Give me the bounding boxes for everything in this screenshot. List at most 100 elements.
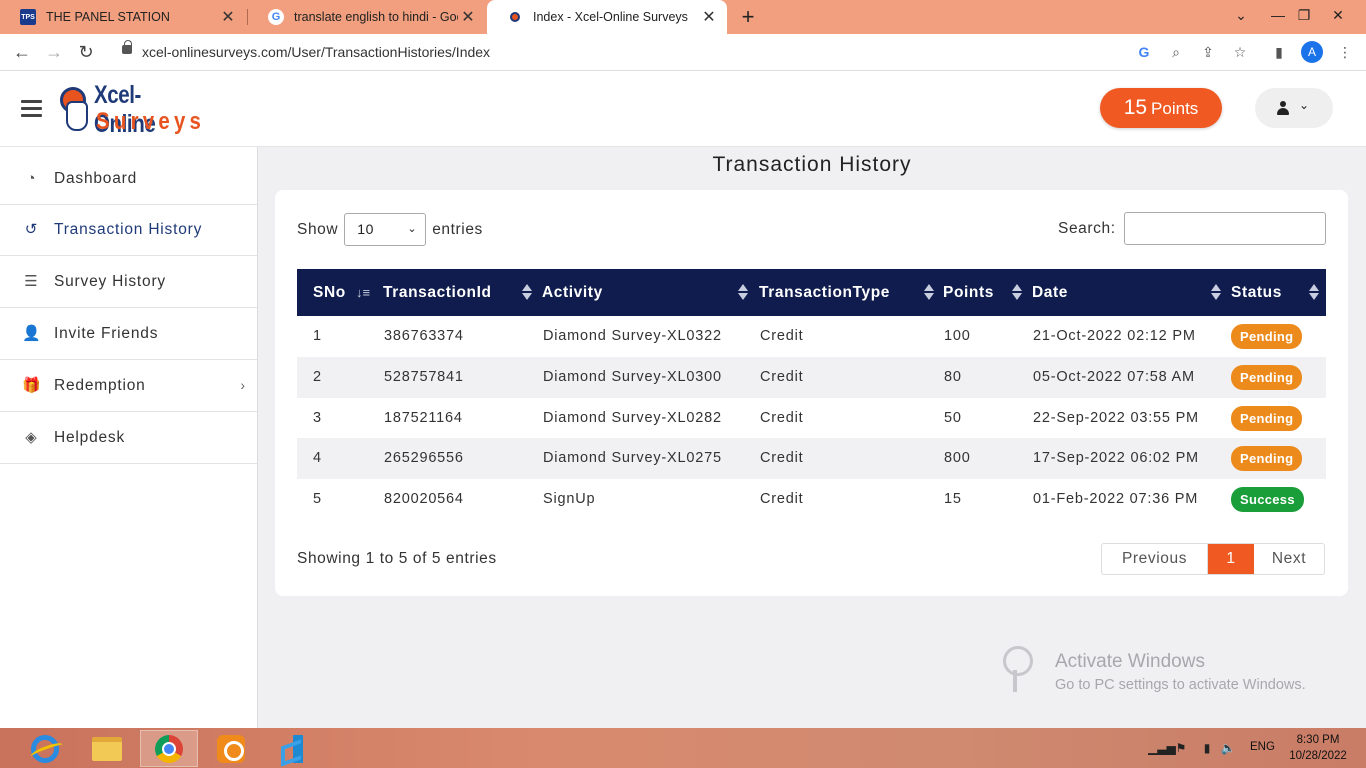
- user-plus-icon: 👤: [22, 324, 41, 342]
- cell-type: Credit: [760, 328, 804, 344]
- chevron-right-icon: ›: [240, 377, 245, 393]
- cell-activity: SignUp: [543, 491, 596, 508]
- uc-browser-button[interactable]: [202, 730, 260, 767]
- sidebar-item-dashboard[interactable]: ◔ Dashboard: [0, 153, 257, 205]
- tab-google-translate[interactable]: G translate english to hindi - Goog ✕: [248, 0, 486, 34]
- search-label: Search:: [1058, 219, 1116, 237]
- search-input[interactable]: [1123, 212, 1326, 245]
- watermark-subtitle: Go to PC settings to activate Windows.: [1055, 677, 1306, 693]
- app-header: Xcel-Online Surveys 15 Points ⌄: [0, 71, 1366, 147]
- tab-close-icon[interactable]: ✕: [458, 7, 478, 27]
- language-indicator[interactable]: ENG: [1250, 741, 1275, 753]
- back-button[interactable]: ←: [9, 39, 35, 65]
- share-icon[interactable]: ⇪: [1198, 42, 1218, 62]
- column-header-transactiontype[interactable]: TransactionType: [759, 269, 890, 316]
- cell-sno: 4: [313, 450, 322, 467]
- cell-sno: 3: [313, 409, 322, 426]
- column-header-status[interactable]: Status: [1231, 269, 1282, 316]
- sidebar-item-invite-friends[interactable]: 👤 Invite Friends: [0, 308, 257, 360]
- cell-date: 01-Feb-2022 07:36 PM: [1033, 491, 1199, 508]
- browser-menu-icon[interactable]: ⋮: [1335, 42, 1355, 62]
- google-translate-icon[interactable]: G: [1134, 42, 1154, 62]
- cell-date: 22-Sep-2022 03:55 PM: [1033, 409, 1199, 426]
- restore-button[interactable]: ❐: [1289, 0, 1319, 34]
- cell-transaction-id: 187521164: [384, 409, 463, 426]
- forward-button[interactable]: →: [41, 39, 67, 65]
- browser-tab-bar: TPS THE PANEL STATION ✕ G translate engl…: [0, 0, 1366, 34]
- signal-icon[interactable]: ▁▃▅: [1148, 740, 1176, 756]
- google-favicon-icon: G: [268, 9, 284, 25]
- cell-type: Credit: [760, 368, 804, 385]
- page-size-select[interactable]: 10 ⌄: [344, 213, 427, 246]
- cell-points: 800: [944, 450, 971, 467]
- page-size-control: Show 10 ⌄ entries: [297, 213, 483, 246]
- sidebar-item-transaction-history[interactable]: ↺ Transaction History: [0, 204, 257, 256]
- next-page-button[interactable]: Next: [1254, 544, 1324, 574]
- chrome-button[interactable]: [140, 730, 198, 767]
- status-badge: Pending: [1231, 446, 1303, 472]
- tab-list-chevron-icon[interactable]: ⌄: [1226, 0, 1256, 34]
- reload-button[interactable]: ↻: [73, 39, 99, 65]
- cell-points: 100: [944, 328, 971, 344]
- side-panel-icon[interactable]: ▮: [1269, 42, 1289, 62]
- internet-explorer-button[interactable]: [16, 730, 74, 767]
- tab-panel-station[interactable]: TPS THE PANEL STATION ✕: [0, 0, 246, 34]
- ticket-icon: ◈: [25, 428, 37, 446]
- chevron-down-icon: ⌄: [407, 223, 418, 235]
- battery-icon[interactable]: ▮: [1199, 740, 1215, 756]
- close-window-button[interactable]: ✕: [1323, 0, 1353, 34]
- sort-icon[interactable]: [522, 284, 532, 302]
- lock-icon[interactable]: [122, 40, 132, 54]
- url-text[interactable]: xcel-onlinesurveys.com/User/TransactionH…: [142, 44, 490, 60]
- transactions-table: SNo ↓≡ TransactionId Activity Transactio…: [297, 269, 1326, 520]
- profile-avatar[interactable]: A: [1301, 41, 1323, 63]
- new-tab-button[interactable]: +: [736, 3, 760, 31]
- vscode-button[interactable]: [264, 730, 322, 767]
- tab-close-icon[interactable]: ✕: [218, 7, 238, 27]
- dashboard-icon: ◔: [26, 169, 36, 187]
- table-row: 1 386763374 Diamond Survey-XL0322 Credit…: [297, 316, 1326, 357]
- user-menu-button[interactable]: ⌄: [1255, 88, 1333, 128]
- points-label: Points: [1151, 99, 1199, 118]
- network-icon[interactable]: ⚑: [1173, 740, 1189, 756]
- bookmark-star-icon[interactable]: ☆: [1230, 42, 1250, 62]
- tab-xcel-surveys[interactable]: Index - Xcel-Online Surveys ✕: [487, 0, 727, 34]
- zoom-icon[interactable]: ⌕: [1166, 42, 1186, 62]
- pagination: Previous 1 Next: [1101, 543, 1325, 575]
- column-header-transactionid[interactable]: TransactionId: [383, 269, 492, 316]
- sort-ascending-icon[interactable]: ↓≡: [356, 285, 370, 301]
- url-bar[interactable]: xcel-onlinesurveys.com/User/TransactionH…: [110, 38, 1260, 67]
- sort-icon[interactable]: [1211, 284, 1221, 302]
- column-header-date[interactable]: Date: [1032, 269, 1068, 316]
- sort-icon[interactable]: [1309, 284, 1319, 302]
- sort-icon[interactable]: [924, 284, 934, 302]
- column-header-activity[interactable]: Activity: [542, 269, 603, 316]
- column-header-sno[interactable]: SNo: [313, 269, 346, 316]
- sidebar-item-redemption[interactable]: 🎁 Redemption ›: [0, 360, 257, 412]
- vscode-icon: [279, 734, 307, 763]
- cell-points: 15: [944, 491, 962, 508]
- status-badge: Pending: [1231, 364, 1303, 390]
- file-explorer-button[interactable]: [78, 730, 136, 767]
- sidebar-item-survey-history[interactable]: ☰ Survey History: [0, 256, 257, 308]
- cell-activity: Diamond Survey-XL0300: [543, 368, 722, 385]
- tab-close-icon[interactable]: ✕: [699, 7, 719, 27]
- sidebar-item-helpdesk[interactable]: ◈ Helpdesk: [0, 412, 257, 464]
- sort-icon[interactable]: [738, 284, 748, 302]
- previous-page-button[interactable]: Previous: [1102, 544, 1208, 574]
- gift-icon: 🎁: [22, 376, 41, 394]
- logo[interactable]: Xcel-Online Surveys: [58, 81, 218, 138]
- points-badge[interactable]: 15 Points: [1100, 88, 1222, 128]
- sort-icon[interactable]: [1012, 284, 1022, 302]
- hamburger-menu-icon[interactable]: [21, 100, 42, 117]
- volume-icon[interactable]: 🔈: [1220, 740, 1236, 756]
- page-1-button[interactable]: 1: [1208, 544, 1254, 574]
- tps-favicon-icon: TPS: [20, 9, 36, 25]
- status-badge: Pending: [1231, 324, 1303, 349]
- column-header-points[interactable]: Points: [943, 269, 994, 316]
- status-badge: Pending: [1231, 405, 1303, 431]
- cell-points: 50: [944, 409, 962, 426]
- user-icon: [1277, 101, 1289, 115]
- system-clock[interactable]: 8:30 PM 10/28/2022: [1286, 732, 1350, 764]
- table-row: 2 528757841 Diamond Survey-XL0300 Credit…: [297, 356, 1326, 398]
